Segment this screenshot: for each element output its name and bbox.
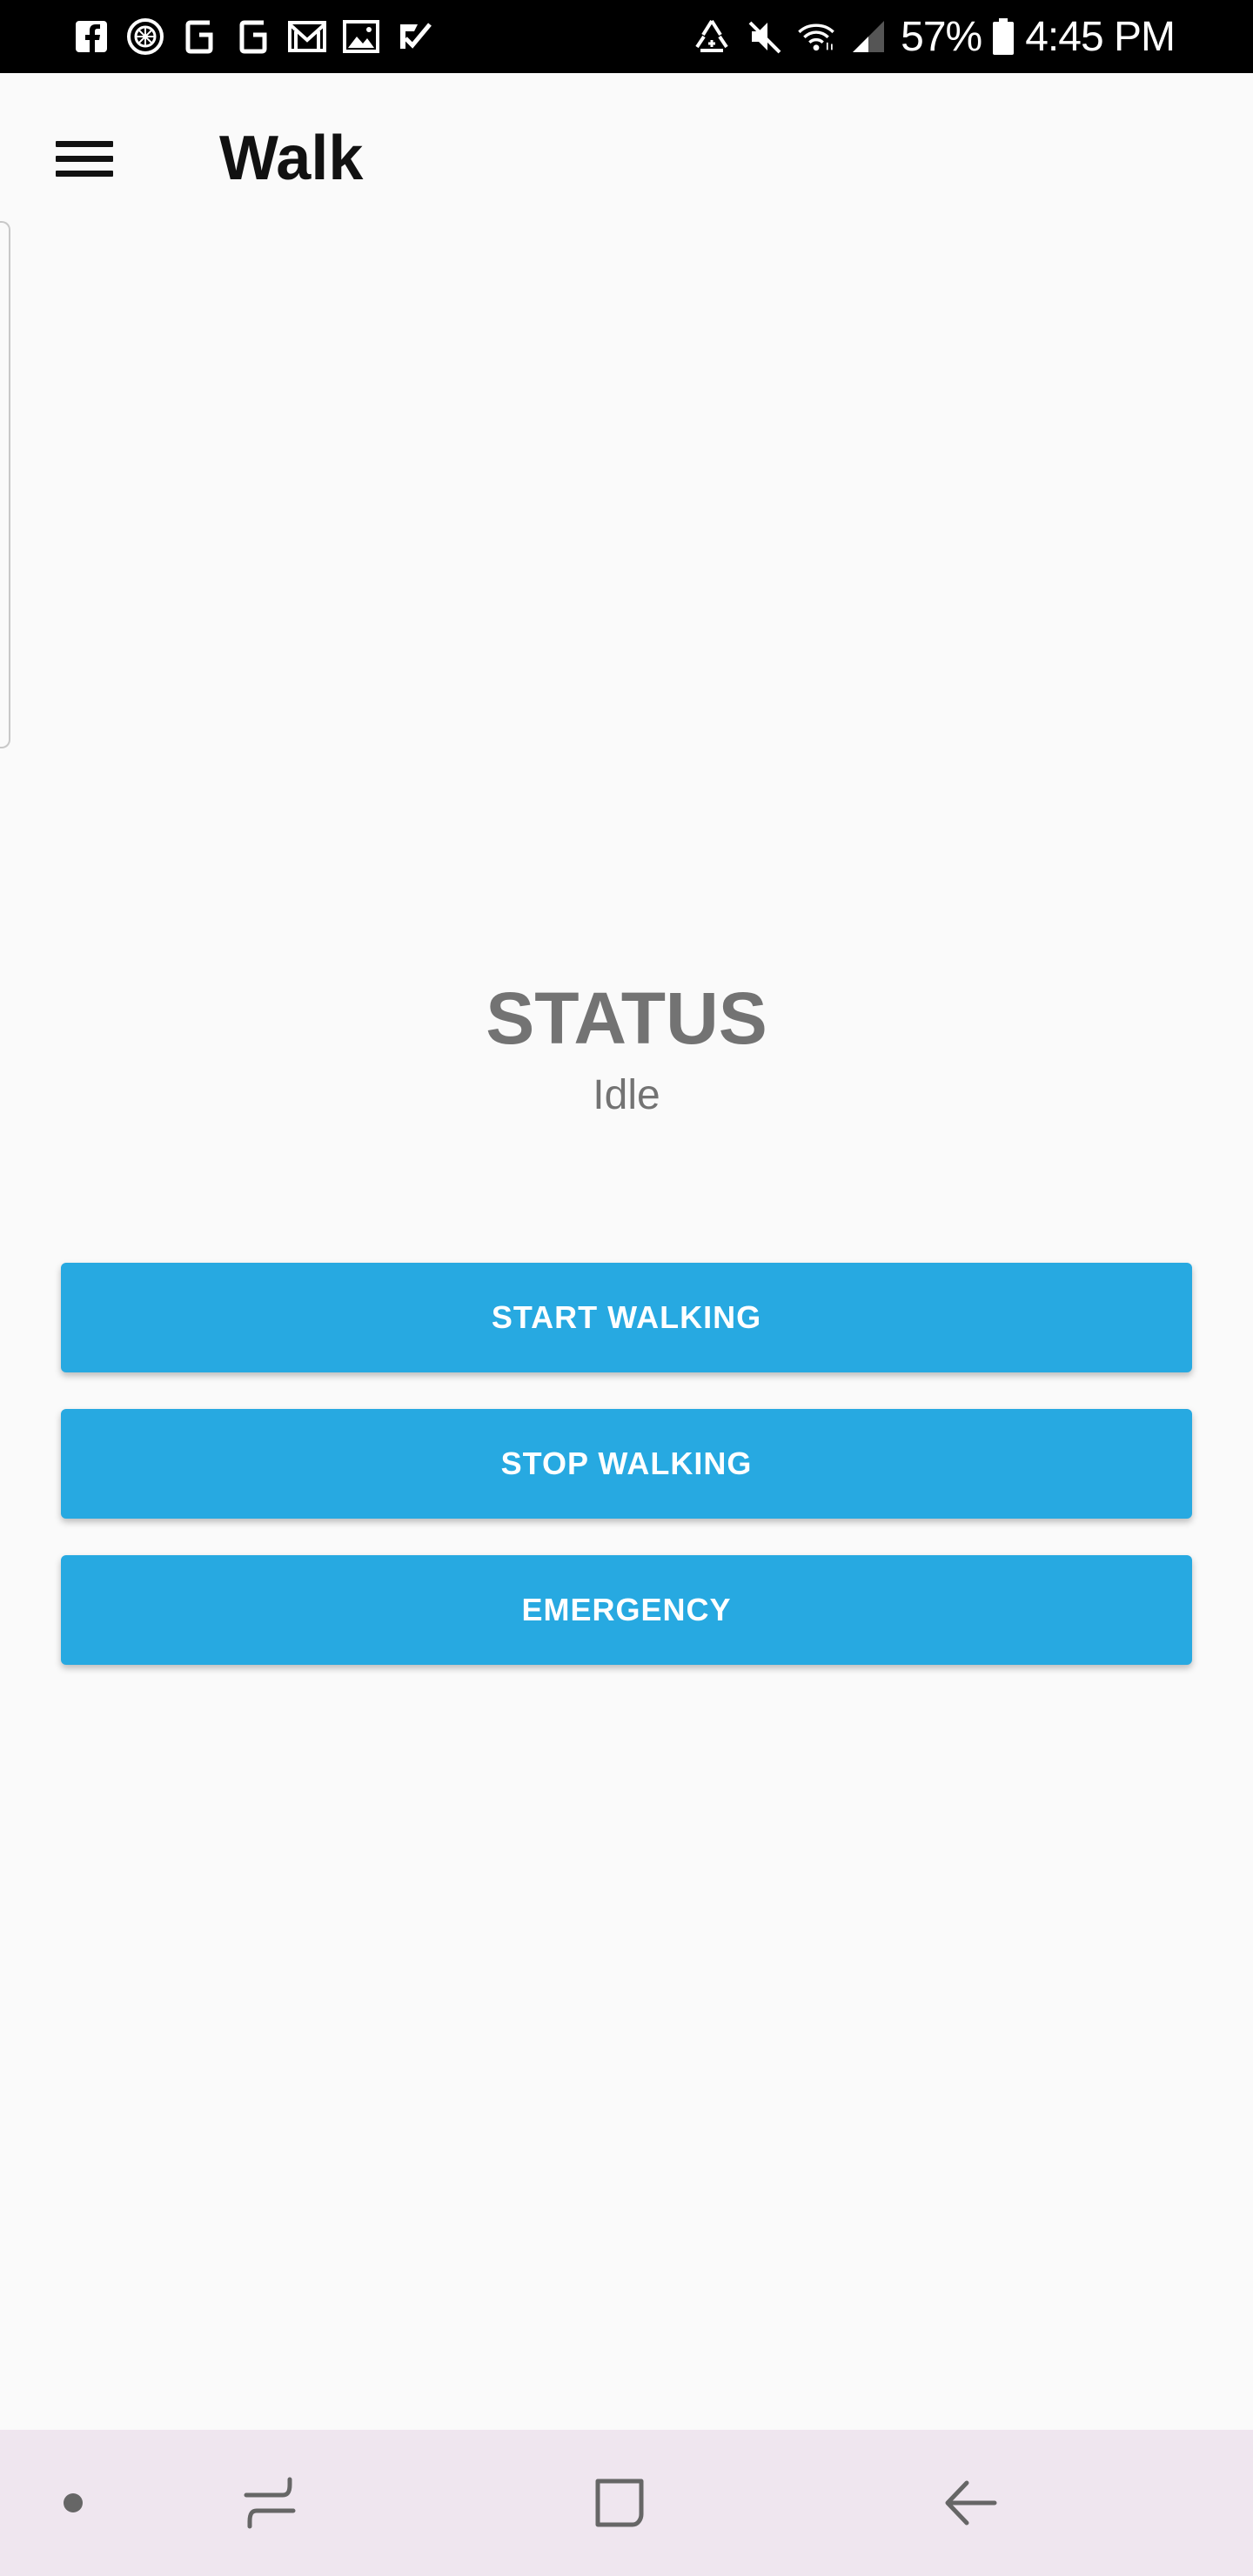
screen: 57% 4:45 PM Walk STATUS Idle START WALKI… bbox=[0, 0, 1253, 2576]
stop-walking-button[interactable]: STOP WALKING bbox=[61, 1409, 1192, 1519]
photo-sync-icon bbox=[125, 17, 165, 57]
status-bar-time: 4:45 PM bbox=[1025, 13, 1176, 60]
page-title: Walk bbox=[219, 124, 364, 193]
system-icons: 57% 4:45 PM bbox=[692, 12, 1176, 61]
g-app-icon bbox=[233, 17, 273, 57]
notification-icons bbox=[71, 16, 449, 57]
menu-bar-line bbox=[56, 171, 113, 177]
status-heading: STATUS bbox=[486, 977, 767, 1059]
wifi-icon bbox=[796, 17, 836, 57]
recycle-sync-icon bbox=[692, 17, 732, 57]
gmail-icon bbox=[287, 17, 327, 57]
home-icon[interactable] bbox=[567, 2451, 672, 2555]
battery-icon bbox=[990, 17, 1016, 57]
status-bar: 57% 4:45 PM bbox=[0, 0, 1253, 73]
back-icon[interactable] bbox=[919, 2451, 1023, 2555]
app-bar: Walk bbox=[0, 73, 1253, 244]
menu-bar-line bbox=[56, 156, 113, 162]
status-value: Idle bbox=[593, 1072, 660, 1118]
start-walking-button[interactable]: START WALKING bbox=[61, 1263, 1192, 1372]
recents-icon[interactable] bbox=[218, 2451, 322, 2555]
gallery-icon bbox=[341, 17, 381, 57]
dot-icon[interactable] bbox=[21, 2451, 125, 2555]
signal-icon bbox=[848, 17, 888, 57]
tasks-check-icon bbox=[395, 17, 435, 57]
drawer-edge-handle[interactable] bbox=[0, 221, 10, 748]
facebook-icon bbox=[71, 17, 111, 57]
battery-percentage: 57% bbox=[901, 13, 982, 60]
navigation-bar bbox=[0, 2430, 1253, 2576]
emergency-button[interactable]: EMERGENCY bbox=[61, 1555, 1192, 1665]
menu-bar-line bbox=[56, 141, 113, 147]
hamburger-menu-icon[interactable] bbox=[35, 110, 132, 207]
mute-icon bbox=[744, 17, 784, 57]
g-app-icon bbox=[179, 17, 219, 57]
